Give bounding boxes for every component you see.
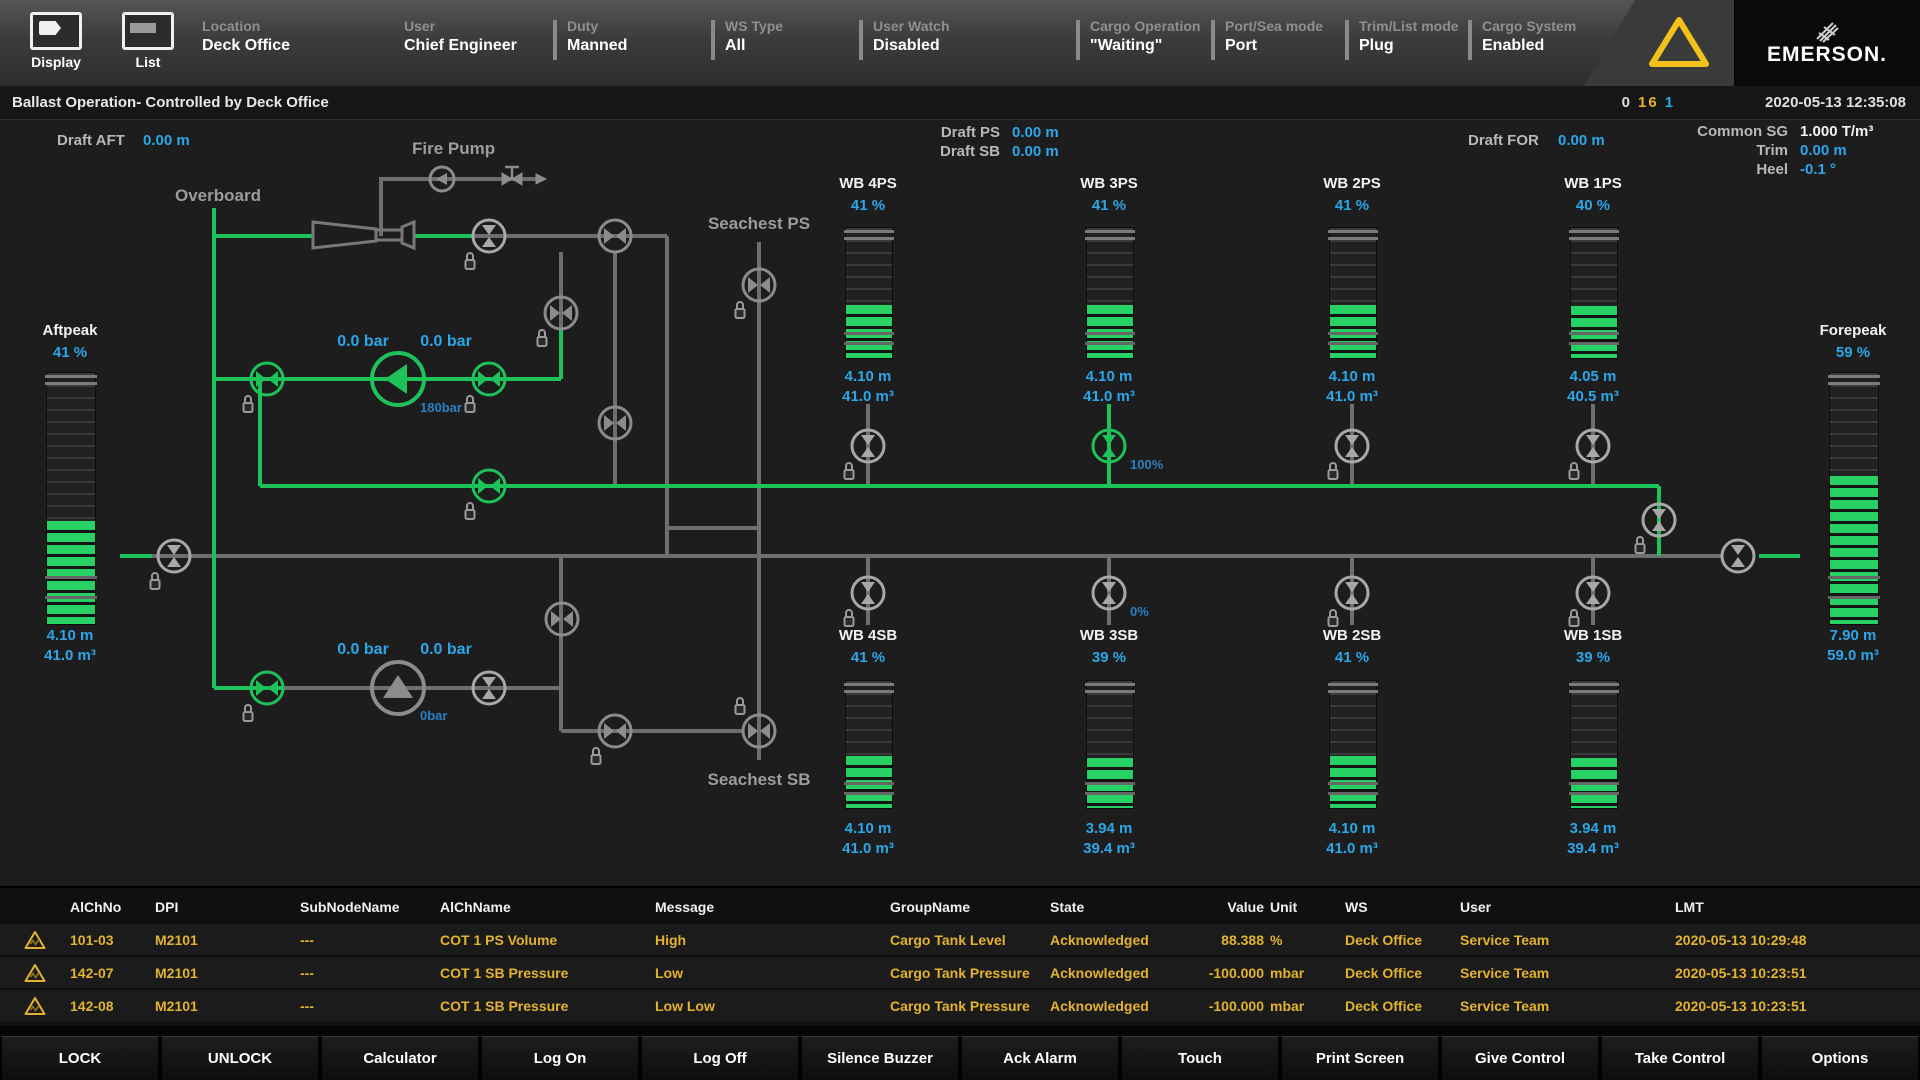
draft-for-label: Draft FOR xyxy=(1468,132,1539,149)
column-groupname: GroupName xyxy=(890,899,1050,915)
warning-triangle-icon xyxy=(1584,0,1734,86)
log-on-button[interactable]: Log On xyxy=(481,1036,639,1080)
alarm-triangle-icon xyxy=(0,963,70,983)
valve-wb3sb-position: 0% xyxy=(1130,604,1149,619)
seachest-ps-label: Seachest PS xyxy=(708,214,810,233)
draft-ps-value: 0.00 m xyxy=(1012,124,1059,141)
header-field-duty: DutyManned xyxy=(567,18,627,64)
take-control-button[interactable]: Take Control xyxy=(1601,1036,1759,1080)
alarm-indicator-panel[interactable] xyxy=(1584,0,1734,86)
alarm-counters: 0 16 1 xyxy=(1622,94,1675,111)
draft-sb-label: Draft SB xyxy=(905,143,1000,160)
seachest-sb-label: Seachest SB xyxy=(708,770,811,789)
fire-line-valve[interactable] xyxy=(502,167,546,185)
lock-button[interactable]: LOCK xyxy=(1,1036,159,1080)
draft-sb-value: 0.00 m xyxy=(1012,143,1059,160)
pump2-pressure-in: 0.0 bar xyxy=(337,641,389,658)
draft-ps-label: Draft PS xyxy=(905,124,1000,141)
datetime: 2020-05-13 12:35:08 xyxy=(1765,94,1906,111)
ack-alarm-button[interactable]: Ack Alarm xyxy=(961,1036,1119,1080)
column-dpi: DPI xyxy=(155,899,300,915)
list-button[interactable]: List xyxy=(106,12,190,74)
alarm-triangle-icon xyxy=(0,930,70,950)
column-subnodename: SubNodeName xyxy=(300,899,440,915)
emerson-logo: EMERSON. xyxy=(1734,0,1920,86)
alarm-row-142-08[interactable]: 142-08M2101---COT 1 SB PressureLow LowCa… xyxy=(0,990,1920,1021)
header-field-port-sea-mode: Port/Sea modePort xyxy=(1225,18,1323,64)
pump1-pressure-in: 0.0 bar xyxy=(337,333,389,350)
column-state: State xyxy=(1050,899,1195,915)
status-common-sg: Common SG1.000 T/m³ xyxy=(1697,123,1910,142)
tank-gauge-wb2sb[interactable] xyxy=(1329,680,1377,809)
piping-diagram: Overboard Fire Pump Seachest PS Seachest… xyxy=(0,120,1920,887)
tank-gauge-wb1sb[interactable] xyxy=(1570,680,1618,809)
tank-gauge-wb1ps[interactable] xyxy=(1570,227,1618,359)
silence-buzzer-button[interactable]: Silence Buzzer xyxy=(801,1036,959,1080)
display-icon xyxy=(30,12,82,50)
emerson-scribble-icon xyxy=(1807,19,1847,43)
ballast-mimic-diagram: Overboard Fire Pump Seachest PS Seachest… xyxy=(0,119,1920,887)
give-control-button[interactable]: Give Control xyxy=(1441,1036,1599,1080)
status-trim: Trim0.00 m xyxy=(1697,142,1910,161)
unlock-button[interactable]: UNLOCK xyxy=(161,1036,319,1080)
status-heel: Heel-0.1 ° xyxy=(1697,161,1910,180)
tank-gauge-aftpeak[interactable] xyxy=(46,372,96,625)
pump2-pressure-out: 0.0 bar xyxy=(420,641,472,658)
column-alchname: AlChName xyxy=(440,899,655,915)
tank-gauge-wb3ps[interactable] xyxy=(1086,227,1134,359)
header-field-user: UserChief Engineer xyxy=(404,18,517,64)
pump2-rating: 0bar xyxy=(420,708,447,723)
display-button[interactable]: Display xyxy=(14,12,98,74)
header-field-location: LocationDeck Office xyxy=(202,18,290,64)
column-value: Value xyxy=(1195,899,1270,915)
count-normal: 0 xyxy=(1622,94,1632,111)
fire-pump-label: Fire Pump xyxy=(412,139,495,158)
valve-wb3ps-position: 100% xyxy=(1130,457,1164,472)
tank-gauge-wb4ps[interactable] xyxy=(845,227,893,359)
tank-gauge-wb4sb[interactable] xyxy=(845,680,893,809)
alarm-row-101-03[interactable]: 101-03M2101---COT 1 PS VolumeHighCargo T… xyxy=(0,924,1920,955)
column-unit: Unit xyxy=(1270,899,1345,915)
header-field-user-watch: User WatchDisabled xyxy=(873,18,950,64)
top-header: Display List LocationDeck Office UserChie… xyxy=(0,0,1920,86)
column-lmt: LMT xyxy=(1675,899,1920,915)
tank-gauge-wb2ps[interactable] xyxy=(1329,227,1377,359)
kchief-ballast-screen: Display List LocationDeck Office UserChie… xyxy=(0,0,1920,1080)
alarm-table-header: AlChNoDPISubNodeNameAlChNameMessageGroup… xyxy=(0,892,1920,922)
count-alarm: 16 xyxy=(1638,94,1659,111)
draft-aft-label: Draft AFT xyxy=(57,132,125,149)
header-field-cargo-system: Cargo SystemEnabled xyxy=(1482,18,1576,64)
valve-forepeak[interactable] xyxy=(1722,540,1754,572)
tank-gauge-wb3sb[interactable] xyxy=(1086,680,1134,809)
alarm-row-142-07[interactable]: 142-07M2101---COT 1 SB PressureLowCargo … xyxy=(0,957,1920,988)
draft-aft-value: 0.00 m xyxy=(143,132,190,149)
options-button[interactable]: Options xyxy=(1761,1036,1919,1080)
ship-status-block: Common SG1.000 T/m³Trim0.00 mHeel-0.1 ° xyxy=(1697,123,1910,180)
header-field-cargo-operation: Cargo Operation"Waiting" xyxy=(1090,18,1200,64)
alarm-triangle-icon xyxy=(0,996,70,1016)
tank-gauge-forepeak[interactable] xyxy=(1829,372,1879,625)
column-user: User xyxy=(1460,899,1675,915)
header-field-ws-type: WS TypeAll xyxy=(725,18,783,64)
count-info: 1 xyxy=(1665,94,1675,111)
column-alchno: AlChNo xyxy=(70,899,155,915)
page-title: Ballast Operation- Controlled by Deck Of… xyxy=(0,94,329,111)
bottom-toolbar: LOCKUNLOCKCalculatorLog OnLog OffSilence… xyxy=(0,1026,1920,1080)
print-screen-button[interactable]: Print Screen xyxy=(1281,1036,1439,1080)
header-field-trim-list-mode: Trim/List modePlug xyxy=(1359,18,1459,64)
overboard-label: Overboard xyxy=(175,186,261,205)
touch-button[interactable]: Touch xyxy=(1121,1036,1279,1080)
log-off-button[interactable]: Log Off xyxy=(641,1036,799,1080)
pump1-pressure-out: 0.0 bar xyxy=(420,333,472,350)
calculator-button[interactable]: Calculator xyxy=(321,1036,479,1080)
alarm-list: AlChNoDPISubNodeNameAlChNameMessageGroup… xyxy=(0,886,1920,1028)
list-icon xyxy=(122,12,174,50)
draft-for-value: 0.00 m xyxy=(1558,132,1605,149)
title-bar: Ballast Operation- Controlled by Deck Of… xyxy=(0,86,1920,120)
column-message: Message xyxy=(655,899,890,915)
column-ws: WS xyxy=(1345,899,1460,915)
pump1-rating: 180bar xyxy=(420,400,462,415)
